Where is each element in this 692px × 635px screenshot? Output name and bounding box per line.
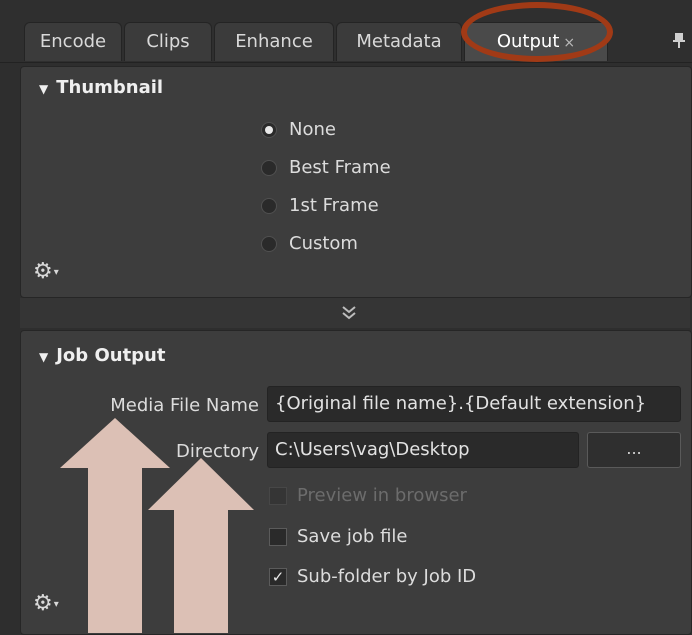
collapse-triangle-icon: ▼ bbox=[39, 350, 49, 364]
gear-icon[interactable]: ⚙▾ bbox=[33, 591, 59, 616]
thumbnail-title: Thumbnail bbox=[56, 77, 164, 98]
job-output-header[interactable]: ▼ Job Output bbox=[39, 345, 165, 366]
tab-encode[interactable]: Encode bbox=[24, 22, 122, 61]
radio-label: 1st Frame bbox=[289, 195, 379, 216]
job-output-title: Job Output bbox=[56, 345, 166, 366]
save-job-file-checkbox[interactable] bbox=[269, 528, 287, 546]
tab-enhance[interactable]: Enhance bbox=[214, 22, 334, 61]
radio-button[interactable] bbox=[261, 198, 277, 214]
media-file-name-label: Media File Name bbox=[110, 395, 259, 416]
radio-button[interactable] bbox=[261, 122, 277, 138]
radio-button[interactable] bbox=[261, 236, 277, 252]
annotation-oval bbox=[461, 2, 613, 62]
gear-icon[interactable]: ⚙▾ bbox=[33, 259, 59, 284]
collapse-triangle-icon: ▼ bbox=[39, 82, 49, 96]
sub-folder-by-job-id-label: Sub-folder by Job ID bbox=[297, 566, 477, 587]
annotation-arrow-right bbox=[148, 458, 254, 633]
chevron-down-icon: ▾ bbox=[53, 598, 59, 610]
radio-button[interactable] bbox=[261, 160, 277, 176]
thumbnail-panel: ▼ Thumbnail None Best Frame 1st Frame Cus… bbox=[20, 66, 692, 298]
tab-label: Enhance bbox=[235, 31, 313, 52]
collapse-chevrons-icon[interactable] bbox=[340, 305, 358, 321]
tab-label: Encode bbox=[39, 31, 107, 52]
tab-label: Metadata bbox=[356, 31, 442, 52]
save-job-file-label: Save job file bbox=[297, 526, 408, 547]
directory-field[interactable]: C:\Users\vag\Desktop bbox=[267, 432, 579, 468]
collapse-bar[interactable] bbox=[20, 298, 690, 328]
tab-metadata[interactable]: Metadata bbox=[336, 22, 462, 61]
sub-folder-by-job-id-checkbox[interactable]: ✓ bbox=[269, 568, 287, 586]
radio-label: Best Frame bbox=[289, 157, 391, 178]
radio-label: Custom bbox=[289, 233, 358, 254]
tab-clips[interactable]: Clips bbox=[124, 22, 212, 61]
preview-in-browser-checkbox[interactable] bbox=[269, 487, 287, 505]
thumbnail-header[interactable]: ▼ Thumbnail bbox=[39, 77, 163, 98]
browse-button[interactable]: ... bbox=[587, 432, 681, 468]
tab-label: Clips bbox=[146, 31, 190, 52]
chevron-down-icon: ▾ bbox=[53, 266, 59, 278]
pin-icon[interactable] bbox=[672, 32, 686, 48]
preview-in-browser-label: Preview in browser bbox=[297, 485, 467, 506]
media-file-name-field[interactable]: {Original file name}.{Default extension} bbox=[267, 386, 681, 422]
radio-label: None bbox=[289, 119, 336, 140]
